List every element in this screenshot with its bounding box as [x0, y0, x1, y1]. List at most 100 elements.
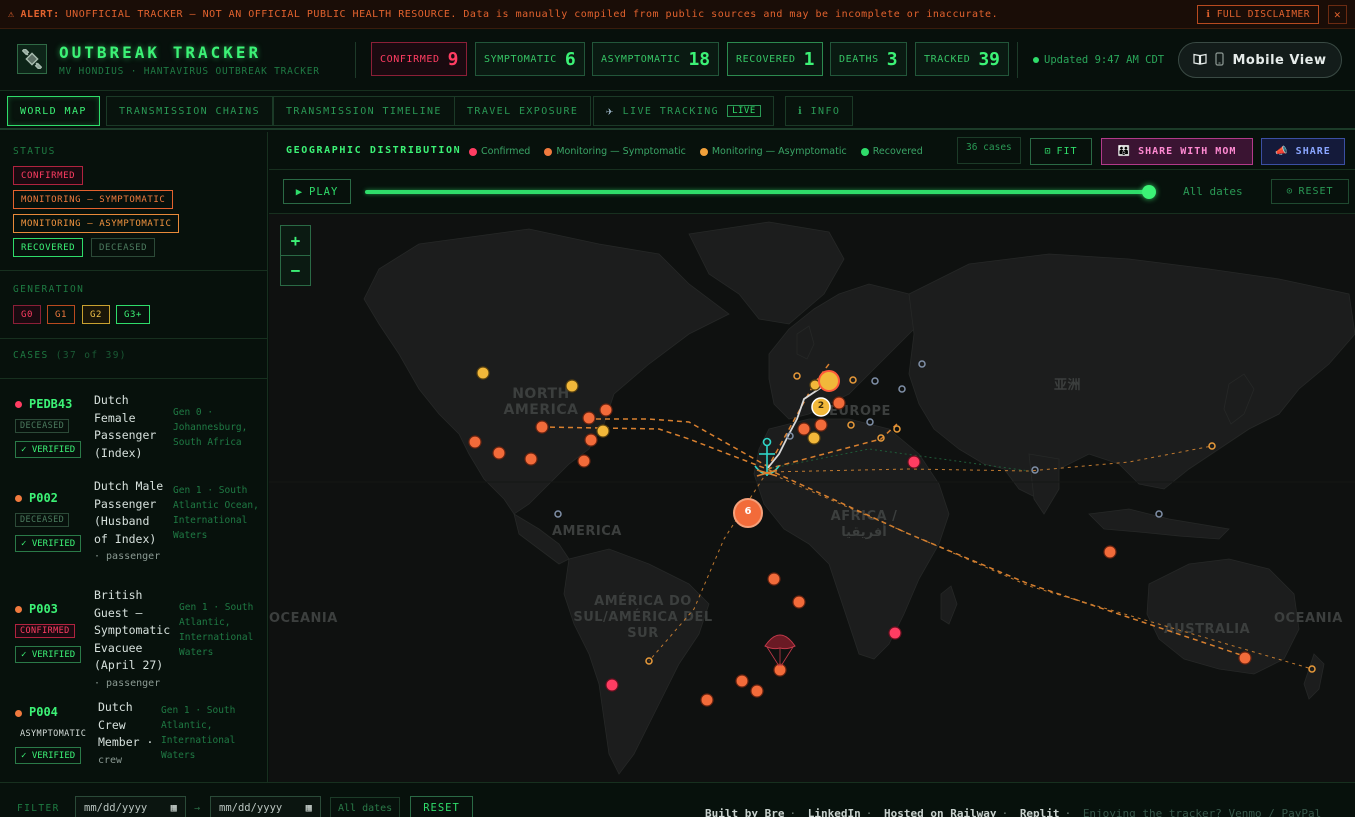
link-built-by[interactable]: Built by Bre	[705, 807, 784, 817]
tab-label: TRANSMISSION TIMELINE	[286, 105, 442, 117]
filter-chip-g0[interactable]: G0	[13, 305, 42, 324]
reset-button[interactable]: ⊙ RESET	[1271, 179, 1349, 204]
case-item[interactable]: PEDB43 DECEASED ✓ VERIFIED Dutch Female …	[0, 390, 268, 482]
case-marker[interactable]	[832, 396, 846, 410]
case-marker[interactable]	[554, 510, 562, 518]
stat-value: 9	[447, 48, 459, 70]
date-from-value: mm/dd/yyyy	[84, 802, 148, 814]
stat-tracked[interactable]: TRACKED 39	[915, 42, 1010, 76]
cluster-marker[interactable]	[818, 370, 840, 392]
link-railway[interactable]: Hosted on Railway	[884, 807, 997, 817]
case-marker[interactable]	[1208, 442, 1216, 450]
zoom-out-button[interactable]: −	[280, 255, 311, 286]
calendar-icon: ▦	[170, 802, 177, 814]
case-marker[interactable]	[907, 455, 921, 469]
case-marker[interactable]	[793, 372, 801, 380]
case-item[interactable]: P002 DECEASED ✓ VERIFIED Dutch Male Pass…	[0, 479, 268, 584]
status-dot-icon	[15, 606, 22, 613]
tab-travel-exposure[interactable]: TRAVEL EXPOSURE	[454, 96, 592, 126]
case-generation: Gen 1 · South Atlantic Ocean, Internatio…	[173, 485, 259, 541]
footer-reset-button[interactable]: RESET	[410, 796, 473, 817]
case-name: Dutch Male Passenger (Husband of Index)	[94, 479, 164, 546]
case-marker[interactable]	[735, 674, 749, 688]
tab-world-map[interactable]: WORLD MAP	[7, 96, 100, 126]
share-with-mom-button[interactable]: 👪 SHARE WITH MOM	[1101, 138, 1253, 165]
date-slider-handle[interactable]	[1142, 185, 1156, 199]
case-marker[interactable]	[893, 425, 901, 433]
stat-asymptomatic[interactable]: ASYMPTOMATIC 18	[592, 42, 720, 76]
play-button[interactable]: ▶ PLAY	[283, 179, 351, 204]
case-marker[interactable]	[596, 424, 610, 438]
zoom-in-button[interactable]: +	[280, 225, 311, 256]
close-alert-button[interactable]: ✕	[1328, 5, 1347, 24]
case-marker[interactable]	[871, 377, 879, 385]
filter-chip-g3plus[interactable]: G3+	[116, 305, 151, 324]
case-marker[interactable]	[898, 385, 906, 393]
case-marker[interactable]	[750, 684, 764, 698]
verified-badge: ✓ VERIFIED	[15, 646, 82, 663]
tab-live-tracking[interactable]: ✈ LIVE TRACKING LIVE	[593, 96, 774, 126]
case-role: · passenger	[94, 551, 161, 562]
case-marker[interactable]	[577, 454, 591, 468]
case-marker[interactable]	[584, 433, 598, 447]
date-from-input[interactable]: mm/dd/yyyy ▦	[75, 796, 186, 817]
stat-recovered[interactable]: RECOVERED 1	[727, 42, 824, 76]
tab-transmission-timeline[interactable]: TRANSMISSION TIMELINE	[273, 96, 455, 126]
case-marker[interactable]	[797, 422, 811, 436]
case-marker[interactable]	[767, 572, 781, 586]
case-marker[interactable]	[524, 452, 538, 466]
date-slider[interactable]	[365, 190, 1149, 194]
case-marker[interactable]	[599, 403, 613, 417]
case-marker[interactable]	[492, 446, 506, 460]
case-marker[interactable]	[1238, 651, 1252, 665]
full-disclaimer-button[interactable]: ℹ FULL DISCLAIMER	[1197, 5, 1319, 24]
filter-chip-g1[interactable]: G1	[47, 305, 76, 324]
tab-info[interactable]: ℹ INFO	[785, 96, 854, 126]
case-marker[interactable]	[1155, 510, 1163, 518]
case-marker[interactable]	[605, 678, 619, 692]
case-marker[interactable]	[468, 435, 482, 449]
case-marker[interactable]	[847, 421, 855, 429]
filter-chip-confirmed[interactable]: CONFIRMED	[13, 166, 84, 185]
share-button[interactable]: 📣 SHARE	[1261, 138, 1345, 165]
case-marker[interactable]	[700, 693, 714, 707]
case-marker[interactable]	[807, 431, 821, 445]
satellite-icon	[17, 44, 47, 74]
mobile-view-button[interactable]: Mobile View	[1178, 42, 1342, 78]
stat-value: 18	[688, 48, 711, 70]
fit-button[interactable]: ⊡ FIT	[1030, 138, 1092, 165]
case-marker[interactable]	[849, 376, 857, 384]
case-marker[interactable]	[535, 420, 549, 434]
case-marker[interactable]	[476, 366, 490, 380]
tab-transmission-chains[interactable]: TRANSMISSION CHAINS	[106, 96, 273, 126]
filter-chip-asymptomatic[interactable]: MONITORING — ASYMPTOMATIC	[13, 214, 180, 233]
filter-chip-deceased[interactable]: DECEASED	[91, 238, 156, 257]
world-map[interactable]: NORTH AMERICA EUROPE 亚洲 AMERICA AFRICA /…	[269, 214, 1355, 782]
legend-dot-icon	[469, 147, 477, 156]
case-marker[interactable]	[792, 595, 806, 609]
filter-chip-recovered[interactable]: RECOVERED	[13, 238, 84, 257]
case-marker[interactable]	[1308, 665, 1316, 673]
case-marker[interactable]	[582, 411, 596, 425]
case-marker[interactable]	[918, 360, 926, 368]
stat-deaths[interactable]: DEATHS 3	[830, 42, 907, 76]
case-marker[interactable]	[565, 379, 579, 393]
all-dates-button[interactable]: All dates	[330, 797, 401, 817]
support-text[interactable]: Enjoying the tracker? Venmo / PayPal	[1083, 807, 1321, 817]
case-marker[interactable]	[1103, 545, 1117, 559]
filter-chip-symptomatic[interactable]: MONITORING — SYMPTOMATIC	[13, 190, 174, 209]
link-linkedin[interactable]: LinkedIn	[808, 807, 861, 817]
date-to-input[interactable]: mm/dd/yyyy ▦	[210, 796, 321, 817]
filter-chip-g2[interactable]: G2	[82, 305, 111, 324]
case-item[interactable]: P003 CONFIRMED ✓ VERIFIED British Guest …	[0, 588, 268, 694]
route-line	[766, 423, 898, 470]
header-divider	[1017, 42, 1018, 78]
stat-symptomatic[interactable]: SYMPTOMATIC 6	[475, 42, 585, 76]
cases-count: (37 of 39)	[55, 350, 127, 361]
case-marker[interactable]	[814, 418, 828, 432]
link-replit[interactable]: Replit	[1020, 807, 1060, 817]
case-item[interactable]: P004 ASYMPTOMATIC ✓ VERIFIED Dutch Crew …	[0, 700, 268, 782]
case-marker[interactable]	[888, 626, 902, 640]
stat-confirmed[interactable]: CONFIRMED 9	[371, 42, 468, 76]
case-marker[interactable]	[866, 418, 874, 426]
